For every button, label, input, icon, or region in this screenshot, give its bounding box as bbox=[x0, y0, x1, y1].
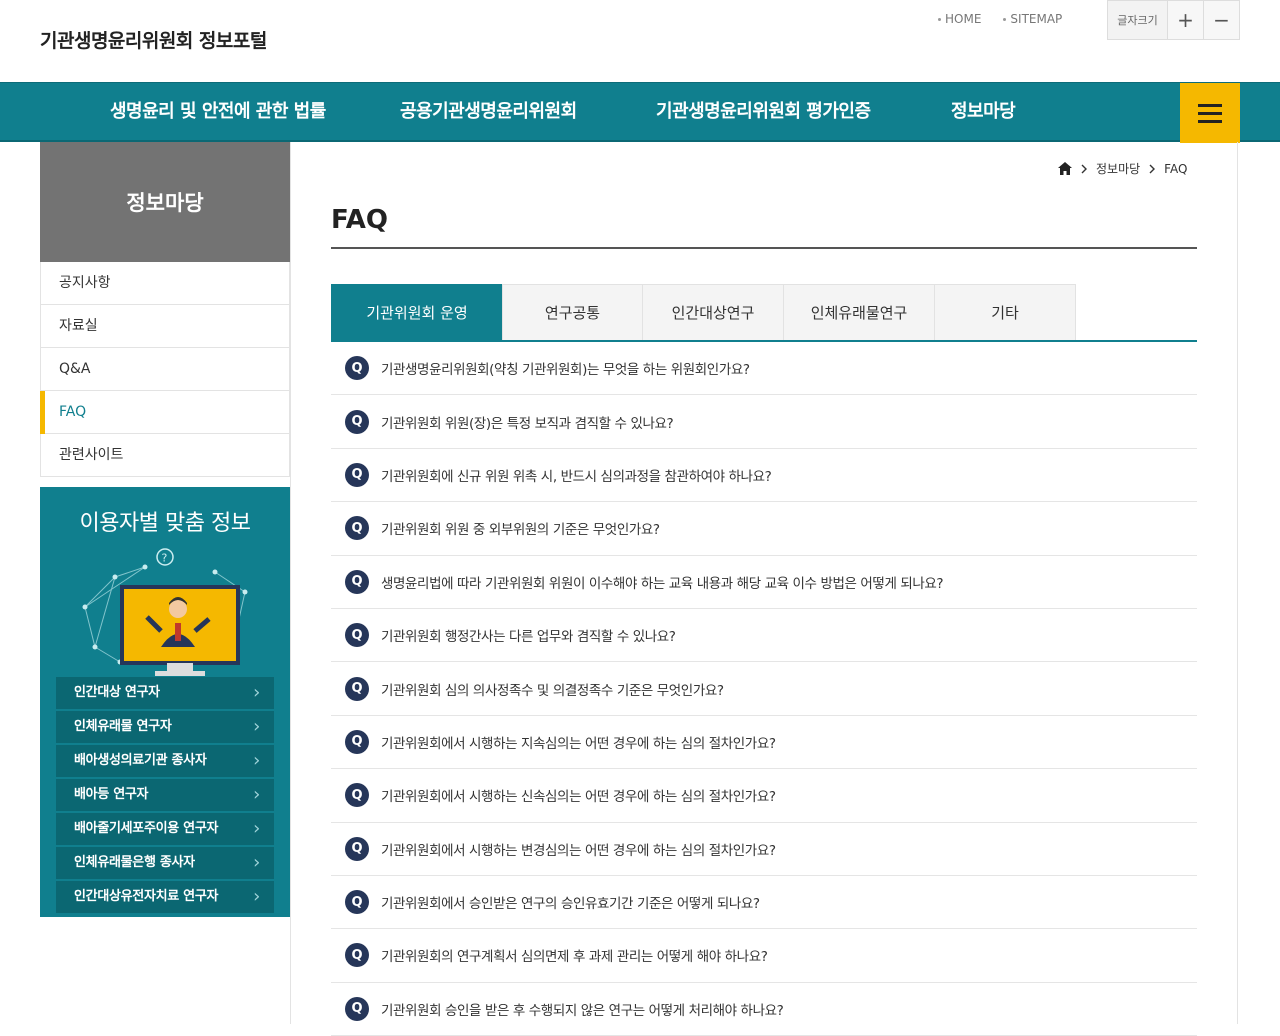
faq-item[interactable]: Q 기관위원회에 신규 위원 위촉 시, 반드시 심의과정을 참관하여야 하나요? bbox=[331, 449, 1197, 503]
tab-human-research[interactable]: 인간대상연구 bbox=[642, 284, 784, 340]
site-logo-title[interactable]: 기관생명윤리위원회 정보포털 bbox=[40, 26, 267, 53]
faq-item[interactable]: Q 기관위원회 심의 의사정족수 및 의결정족수 기준은 무엇인가요? bbox=[331, 662, 1197, 716]
faq-item[interactable]: Q 기관위원회의 연구계획서 심의면제 후 과제 관리는 어떻게 해야 하나요? bbox=[331, 929, 1197, 983]
q-badge-icon: Q bbox=[345, 943, 369, 968]
q-badge-icon: Q bbox=[345, 409, 369, 434]
global-nav: 생명윤리 및 안전에 관한 법률 공용기관생명윤리위원회 기관생명윤리위원회 평… bbox=[0, 82, 1280, 143]
title-divider bbox=[331, 247, 1197, 249]
user-link-biospecimen[interactable]: 인체유래물 연구자 bbox=[56, 711, 274, 743]
sidebar-title: 정보마당 bbox=[40, 142, 290, 262]
user-link-embryo-research[interactable]: 배아등 연구자 bbox=[56, 779, 274, 811]
q-badge-icon: Q bbox=[345, 890, 369, 915]
bullet-icon bbox=[938, 17, 941, 21]
q-badge-icon: Q bbox=[345, 623, 369, 648]
sidebar: 정보마당 공지사항 자료실 Q&A FAQ 관련사이트 이용자별 맞춤 정보 ?… bbox=[40, 142, 290, 917]
faq-question: 기관위원회의 연구계획서 심의면제 후 과제 관리는 어떻게 해야 하나요? bbox=[381, 949, 768, 966]
bullet-icon bbox=[1003, 17, 1007, 21]
faq-question: 기관위원회 위원(장)은 특정 보직과 겸직할 수 있나요? bbox=[381, 415, 674, 432]
column-divider bbox=[290, 142, 291, 1024]
faq-item[interactable]: Q 기관위원회 위원(장)은 특정 보직과 겸직할 수 있나요? bbox=[331, 395, 1197, 449]
faq-list: Q 기관생명윤리위원회(약칭 기관위원회)는 무엇을 하는 위원회인가요? Q 기관… bbox=[331, 342, 1197, 1036]
chevron-right-icon bbox=[1081, 164, 1087, 173]
header: 기관생명윤리위원회 정보포털 HOME SITEMAP 글자크기 + − bbox=[0, 0, 1280, 82]
font-increase-button[interactable]: + bbox=[1168, 1, 1203, 39]
q-badge-icon: Q bbox=[345, 356, 369, 381]
user-link-stem-cell[interactable]: 배아줄기세포주이용 연구자 bbox=[56, 813, 274, 845]
faq-item[interactable]: Q 기관위원회 승인을 받은 후 수행되지 않은 연구는 어떻게 처리해야 하나요… bbox=[331, 983, 1197, 1036]
faq-question: 기관위원회에서 시행하는 변경심의는 어떤 경우에 하는 심의 절차인가요? bbox=[381, 842, 776, 859]
faq-category-tabs: 기관위원회 운영 연구공통 인간대상연구 인체유래물연구 기타 bbox=[331, 284, 1197, 342]
q-badge-icon: Q bbox=[345, 996, 369, 1021]
font-size-label: 글자크기 bbox=[1108, 1, 1168, 39]
user-link-human-research[interactable]: 인간대상 연구자 bbox=[56, 677, 274, 709]
gnb-item-law[interactable]: 생명윤리 및 안전에 관한 법률 bbox=[110, 83, 326, 141]
sidebar-item-faq[interactable]: FAQ bbox=[40, 391, 289, 434]
researcher-illustration: ? bbox=[75, 547, 255, 677]
faq-item[interactable]: Q 기관위원회에서 시행하는 지속심의는 어떤 경우에 하는 심의 절차인가요? bbox=[331, 716, 1197, 770]
faq-question: 기관위원회 심의 의사정족수 및 의결정족수 기준은 무엇인가요? bbox=[381, 682, 724, 699]
home-icon[interactable] bbox=[1058, 162, 1072, 175]
tab-irb-operation[interactable]: 기관위원회 운영 bbox=[331, 284, 503, 340]
q-badge-icon: Q bbox=[345, 783, 369, 808]
sitemap-link[interactable]: SITEMAP bbox=[1003, 12, 1062, 26]
tab-biospecimen-research[interactable]: 인체유래물연구 bbox=[783, 284, 935, 340]
util-links: HOME SITEMAP bbox=[938, 12, 1062, 26]
faq-question: 기관위원회에서 시행하는 지속심의는 어떤 경우에 하는 심의 절차인가요? bbox=[381, 735, 776, 752]
tab-research-common[interactable]: 연구공통 bbox=[502, 284, 643, 340]
hamburger-bar bbox=[1198, 103, 1222, 107]
font-decrease-button[interactable]: − bbox=[1203, 1, 1239, 39]
q-badge-icon: Q bbox=[345, 836, 369, 861]
user-link-biobank[interactable]: 인체유래물은행 종사자 bbox=[56, 847, 274, 879]
faq-item[interactable]: Q 기관위원회에서 승인받은 연구의 승인유효기간 기준은 어떻게 되나요? bbox=[331, 876, 1197, 930]
faq-question: 생명윤리법에 따라 기관위원회 위원이 이수해야 하는 교육 내용과 해당 교육… bbox=[381, 575, 944, 592]
monitor-person-icon: ? bbox=[82, 548, 248, 676]
chevron-right-icon bbox=[1149, 164, 1156, 173]
faq-item[interactable]: Q 기관생명윤리위원회(약칭 기관위원회)는 무엇을 하는 위원회인가요? bbox=[331, 342, 1197, 396]
q-badge-icon: Q bbox=[345, 516, 369, 541]
breadcrumb-faq[interactable]: FAQ bbox=[1164, 162, 1187, 176]
faq-item[interactable]: Q 생명윤리법에 따라 기관위원회 위원이 이수해야 하는 교육 내용과 해당 교… bbox=[331, 556, 1197, 609]
faq-question: 기관생명윤리위원회(약칭 기관위원회)는 무엇을 하는 위원회인가요? bbox=[381, 362, 750, 379]
gnb-item-info[interactable]: 정보마당 bbox=[951, 83, 1016, 141]
q-badge-icon: Q bbox=[345, 676, 369, 701]
gnb-item-public-irb[interactable]: 공용기관생명윤리위원회 bbox=[400, 83, 577, 141]
faq-question: 기관위원회 행정간사는 다른 업무와 겸직할 수 있나요? bbox=[381, 629, 676, 646]
column-divider bbox=[1237, 142, 1238, 1024]
gnb-item-accreditation[interactable]: 기관생명윤리위원회 평가인증 bbox=[656, 83, 871, 141]
faq-question: 기관위원회에서 승인받은 연구의 승인유효기간 기준은 어떻게 되나요? bbox=[381, 896, 760, 913]
hamburger-bar bbox=[1198, 119, 1222, 123]
q-badge-icon: Q bbox=[345, 729, 369, 754]
home-link[interactable]: HOME bbox=[938, 12, 981, 26]
faq-question: 기관위원회에서 시행하는 신속심의는 어떤 경우에 하는 심의 절차인가요? bbox=[381, 789, 776, 806]
tab-etc[interactable]: 기타 bbox=[934, 284, 1076, 340]
user-link-gene-therapy[interactable]: 인간대상유전자치료 연구자 bbox=[56, 881, 274, 913]
sidebar-menu: 공지사항 자료실 Q&A FAQ 관련사이트 bbox=[40, 262, 290, 477]
faq-question: 기관위원회 승인을 받은 후 수행되지 않은 연구는 어떻게 처리해야 하나요? bbox=[381, 1002, 784, 1019]
faq-question: 기관위원회 위원 중 외부위원의 기준은 무엇인가요? bbox=[381, 522, 660, 539]
user-box-title: 이용자별 맞춤 정보 bbox=[79, 511, 251, 536]
user-link-list: 인간대상 연구자 인체유래물 연구자 배아생성의료기관 종사자 배아등 연구자 … bbox=[56, 677, 274, 913]
svg-text:?: ? bbox=[162, 552, 168, 565]
sidebar-item-related-sites[interactable]: 관련사이트 bbox=[41, 434, 289, 477]
faq-item[interactable]: Q 기관위원회 위원 중 외부위원의 기준은 무엇인가요? bbox=[331, 502, 1197, 556]
page-title: FAQ bbox=[331, 205, 389, 235]
user-custom-info-box: 이용자별 맞춤 정보 ? 인간대상 연구자 › 인체유래물 연구자 › 배아생성… bbox=[40, 487, 290, 917]
breadcrumb-info[interactable]: 정보마당 bbox=[1096, 160, 1140, 177]
faq-item[interactable]: Q 기관위원회 행정간사는 다른 업무와 겸직할 수 있나요? bbox=[331, 609, 1197, 663]
faq-question: 기관위원회에 신규 위원 위촉 시, 반드시 심의과정을 참관하여야 하나요? bbox=[381, 468, 772, 485]
user-link-embryo-clinic[interactable]: 배아생성의료기관 종사자 bbox=[56, 745, 274, 777]
breadcrumb: 정보마당 FAQ bbox=[1058, 160, 1187, 177]
sidebar-item-library[interactable]: 자료실 bbox=[41, 305, 289, 348]
q-badge-icon: Q bbox=[345, 569, 369, 594]
hamburger-bar bbox=[1198, 111, 1222, 115]
faq-item[interactable]: Q 기관위원회에서 시행하는 변경심의는 어떤 경우에 하는 심의 절차인가요? bbox=[331, 823, 1197, 876]
sidebar-item-notice[interactable]: 공지사항 bbox=[41, 262, 289, 305]
q-badge-icon: Q bbox=[345, 462, 369, 487]
faq-item[interactable]: Q 기관위원회에서 시행하는 신속심의는 어떤 경우에 하는 심의 절차인가요? bbox=[331, 769, 1197, 823]
font-size-control: 글자크기 + − bbox=[1107, 0, 1240, 40]
sidebar-item-qna[interactable]: Q&A bbox=[41, 348, 289, 391]
hamburger-menu-button[interactable] bbox=[1180, 83, 1240, 143]
